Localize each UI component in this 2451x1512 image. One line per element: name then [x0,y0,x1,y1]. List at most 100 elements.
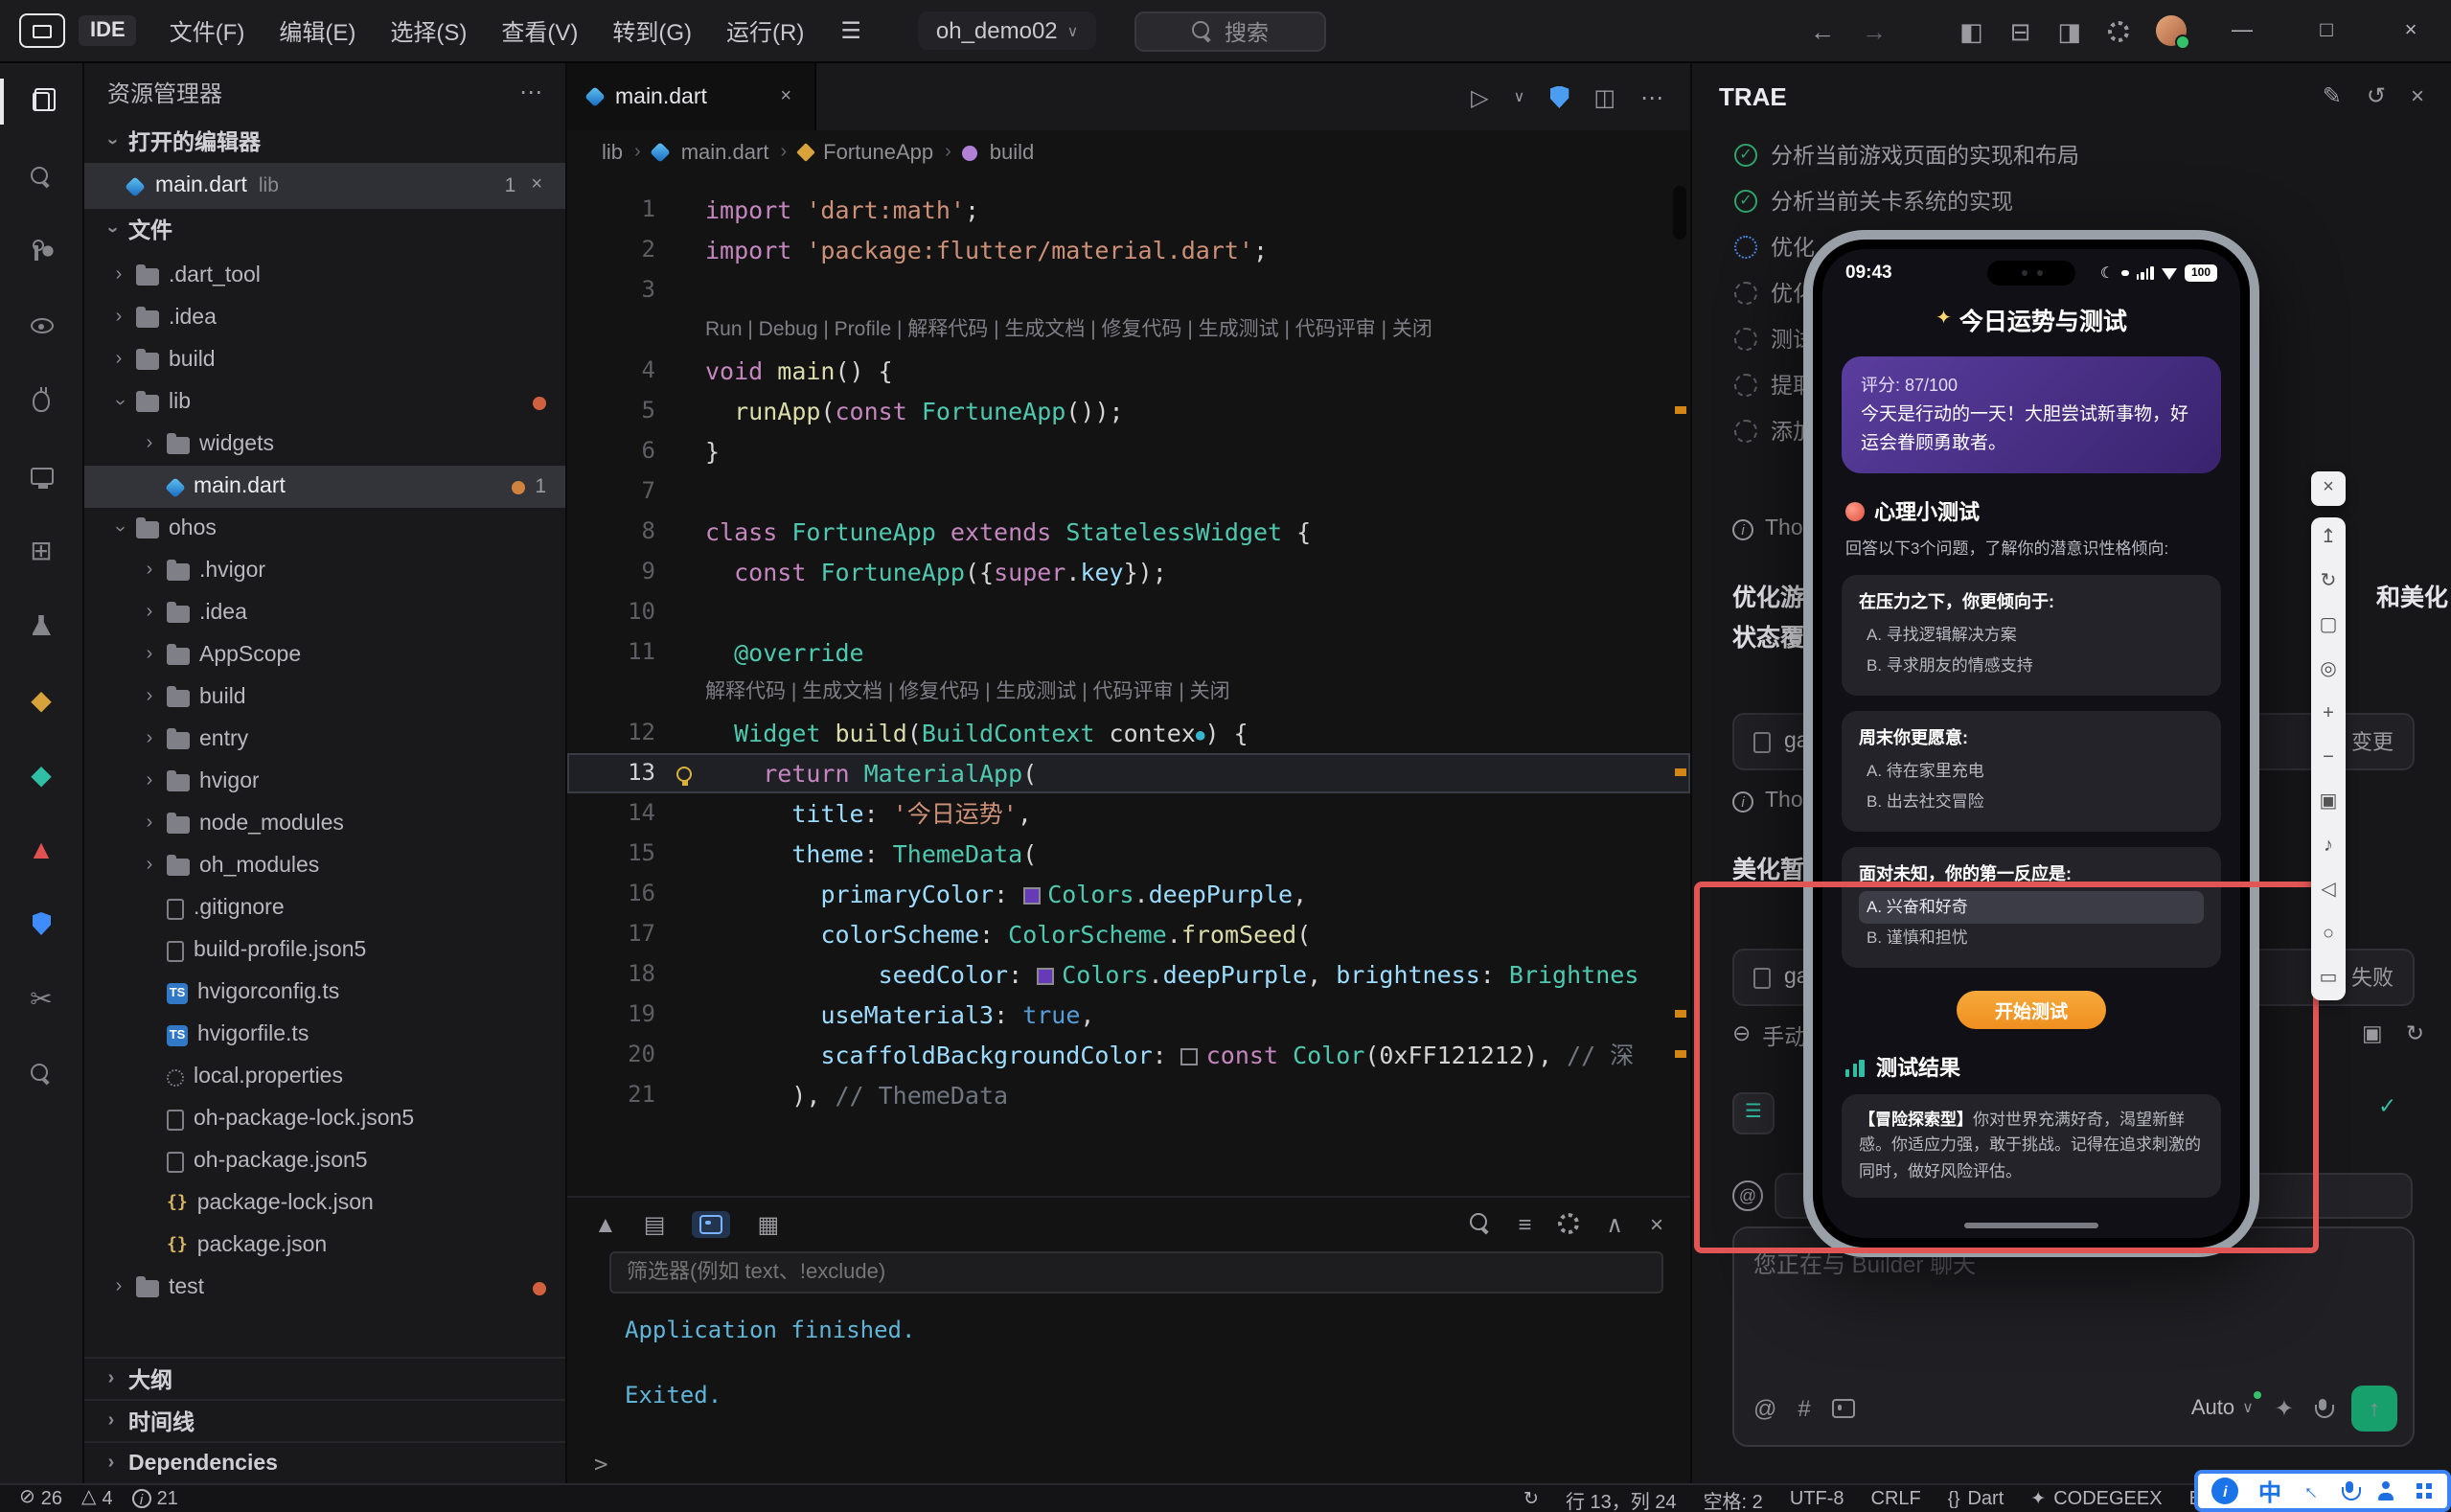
code-line-12[interactable]: 12 Widget build(BuildContext contex●) { [567,713,1690,753]
files-section[interactable]: › 文件 [84,209,565,251]
global-search[interactable]: 搜索 [1134,11,1326,52]
breadcrumb-class[interactable]: FortuneApp [823,141,933,164]
preview-icon[interactable] [0,307,83,345]
code-line-4[interactable]: 4void main() { [567,351,1690,391]
menu-item-3[interactable]: 查看(V) [484,9,595,53]
breadcrumb-file[interactable]: main.dart [681,141,769,164]
code-line-16[interactable]: 16 primaryColor: Colors.deepPurple, [567,874,1690,914]
zoom-out-icon[interactable]: − [2315,745,2342,772]
tree-folder-test[interactable]: ›test [84,1267,565,1309]
code-line-15[interactable]: 15 theme: ThemeData( [567,834,1690,874]
task-item[interactable]: ✓分析当前关卡系统的实现 [1734,186,2451,215]
nav-home-icon[interactable]: ○ [2315,922,2342,949]
ime-pen-icon[interactable]: ← [2297,1476,2326,1505]
clear-output-icon[interactable]: ≡ [1518,1212,1531,1235]
minimize-button[interactable]: — [2213,0,2271,61]
menu-item-2[interactable]: 选择(S) [373,9,484,53]
plugin-red-icon[interactable]: ▲ [0,830,83,868]
copy-message-icon[interactable]: ▣ [2362,1026,2383,1048]
run-chevron-icon[interactable]: ∨ [1514,89,1525,104]
code-line-7[interactable]: 7 [567,471,1690,512]
tree-file-local.properties[interactable]: local.properties [84,1056,565,1098]
rotate-icon[interactable]: ↻ [2315,569,2342,596]
mention-icon[interactable]: @ [1753,1397,1776,1420]
code-line-8[interactable]: 8class FortuneApp extends StatelessWidge… [567,512,1690,552]
search-icon[interactable] [0,157,83,195]
warnings-indicator[interactable]: △ 4 [81,1488,113,1509]
close-trae-icon[interactable]: × [2411,84,2424,107]
lightbulb-icon[interactable] [676,766,692,781]
tree-folder-lib[interactable]: ›lib [84,381,565,424]
code-line-13[interactable]: 13 return MaterialApp( [567,753,1690,793]
outline-section[interactable]: › 大纲 [84,1357,565,1399]
code-line-5[interactable]: 5 runApp(const FortuneApp()); [567,391,1690,431]
tree-file-main.dart[interactable]: main.dart1 [84,466,565,508]
terminal-icon[interactable]: ▦ [757,1212,779,1235]
source-control-icon[interactable] [0,232,83,270]
open-editors-section[interactable]: › 打开的编辑器 [84,121,565,163]
debug-icon[interactable] [0,381,83,420]
tree-folder-entry[interactable]: ›entry [84,719,565,761]
tree-folder-AppScope[interactable]: ›AppScope [84,634,565,676]
maximize-button[interactable]: □ [2298,0,2355,61]
code-line-9[interactable]: 9 const FortuneApp({super.key}); [567,552,1690,592]
run-button[interactable]: ▷ [1471,85,1488,108]
open-editor-main-dart[interactable]: main.dart lib 1 × [84,163,565,209]
sparkle-icon[interactable]: ✦ [2275,1397,2294,1420]
send-button[interactable]: ↑ [2351,1386,2397,1432]
zoom-in-icon[interactable]: + [2315,701,2342,728]
code-line-11[interactable]: 11 @override [567,632,1690,673]
task-item[interactable]: ✓分析当前游戏页面的实现和布局 [1734,140,2451,169]
close-panel-icon[interactable]: × [1650,1212,1663,1235]
project-switcher[interactable]: oh_demo02 ∨ [919,11,1096,50]
ime-mic-icon[interactable] [2342,1480,2357,1501]
quiz-option[interactable]: A. 寻找逻辑解决方案 [1859,620,2204,652]
test-beaker-icon[interactable] [0,606,83,644]
code-line-18[interactable]: 18 seedColor: Colors.deepPurple, brightn… [567,954,1690,995]
panel-search-icon[interactable] [1470,1213,1491,1234]
infos-indicator[interactable]: i 21 [132,1488,178,1509]
code-line-3[interactable]: 3 [567,270,1690,310]
eol-sequence[interactable]: CRLF [1871,1488,1921,1509]
quiz-option[interactable]: A. 待在家里充电 [1859,756,2204,788]
codelens-actions[interactable]: 解释代码 | 生成文档 | 修复代码 | 生成测试 | 代码评审 | 关闭 [567,673,1690,713]
record-icon[interactable]: ◎ [2315,657,2342,684]
model-selector[interactable]: Auto ∨ [2191,1397,2254,1420]
history-icon[interactable]: ↺ [2367,84,2386,107]
menu-item-1[interactable]: 编辑(E) [262,9,373,53]
attach-image-icon[interactable] [1832,1399,1855,1418]
code-line-19[interactable]: 19 useMaterial3: true, [567,995,1690,1035]
top-icon[interactable]: ↥ [2315,525,2342,552]
screenshot-icon[interactable]: ▢ [2315,613,2342,640]
nav-back-icon[interactable]: ◁ [2315,878,2342,905]
plugin-blue-icon[interactable] [0,905,83,943]
close-editor-icon[interactable]: × [527,176,546,195]
tree-folder-.dart_tool[interactable]: ›.dart_tool [84,255,565,297]
snippets-icon[interactable]: ✂ [0,979,83,1018]
ime-logo-icon[interactable]: i [2211,1478,2238,1504]
code-line-1[interactable]: 1import 'dart:math'; [567,190,1690,230]
indentation[interactable]: 空格: 2 [1704,1484,1763,1512]
tree-folder-oh_modules[interactable]: ›oh_modules [84,845,565,887]
user-avatar[interactable] [2156,15,2187,46]
new-session-icon[interactable]: ✎ [2323,84,2342,107]
split-editor-icon[interactable]: ◫ [1593,85,1615,108]
tree-file-hvigorfile.ts[interactable]: TShvigorfile.ts [84,1014,565,1056]
breadcrumb-lib[interactable]: lib [602,141,623,164]
collapse-panel-icon[interactable]: ∧ [1606,1212,1623,1235]
code-line-14[interactable]: 14 title: '今日运势', [567,793,1690,834]
plugin-teal-icon[interactable]: ◆ [0,755,83,793]
dependencies-section[interactable]: › Dependencies [84,1441,565,1483]
explorer-icon[interactable] [0,82,83,121]
tree-folder-.idea[interactable]: ›.idea [84,297,565,339]
close-window-button[interactable]: × [2382,0,2440,61]
nav-recents-icon[interactable]: ▭ [2315,966,2342,993]
console-filter[interactable] [609,1251,1663,1294]
codelens-actions[interactable]: Run | Debug | Profile | 解释代码 | 生成文档 | 修复… [567,310,1690,351]
sync-indicator[interactable]: ↻ [1523,1488,1539,1509]
tab-main-dart[interactable]: main.dart × [567,63,816,130]
plugin-gold-icon[interactable]: ◆ [0,680,83,719]
console-filter-input[interactable] [627,1261,1646,1284]
encoding[interactable]: UTF-8 [1790,1488,1844,1509]
menu-item-5[interactable]: 运行(R) [709,9,821,53]
